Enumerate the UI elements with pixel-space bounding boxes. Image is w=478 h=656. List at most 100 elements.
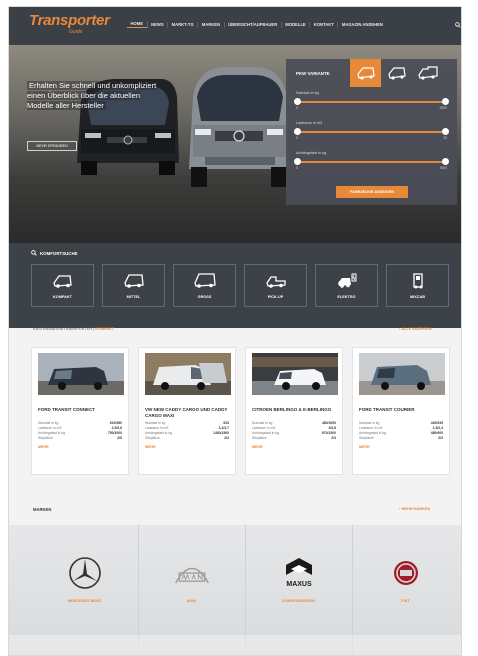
spec-label: Sitzplätze [252,436,267,440]
hero-more-button[interactable]: MEHR ERFAHREN [27,141,77,151]
show-all-link-text: ALLE ANZEIGEN [401,327,432,331]
breadcrumb: KASTENWAGEN/TRANSPORTER | KOMPAKT [33,327,115,331]
show-vehicles-button[interactable]: FAHRZEUGE ANZEIGEN [336,186,408,198]
nav-item-modelle[interactable]: MODELLE [282,21,311,28]
slider-handle-max[interactable] [442,128,449,135]
spec-value: 2/5 [117,436,122,440]
vehicle-image [145,353,231,395]
vehicle-title: FORD TRANSIT CONNECT [38,407,95,412]
vehicle-title: FORD TRANSIT COURIER [359,407,415,412]
hero-text-line: Erhalten Sie schnell und unkompliziert e… [27,81,157,110]
slider-handle-min[interactable] [294,128,301,135]
slider-max-value: 20 [443,136,447,140]
tile-label: ELEKTRO [337,294,356,299]
more-link[interactable]: MEHR [252,445,336,449]
category-tile-mixcab[interactable]: MIXCAB [386,264,449,307]
brand-name: FIAT [401,599,410,603]
mixcab-icon [412,272,423,288]
comfort-search-title: KOMFORTSUCHE [31,250,78,256]
hero-van-silver-image [189,67,289,187]
site-logo[interactable]: Transporter Guide [29,13,110,41]
slider-handle-min[interactable] [294,158,301,165]
more-brands-link-text: MEHR MARKEN [401,507,431,511]
category-tile-mittel[interactable]: MITTEL [102,264,165,307]
slider-track [296,161,447,163]
payload-slider-label: Nutzlast in kg [296,91,319,95]
maxus-logo-text: MAXUS [286,581,312,588]
slider-max-value: 2500 [439,106,447,110]
breadcrumb-active: KOMPAKT [95,327,115,331]
more-link[interactable]: MEHR [38,445,122,449]
brand-item-maxus[interactable]: MAXUS DONGFENG/DFSK [245,543,352,623]
slider-min-value: 0 [296,166,298,170]
large-van-icon [193,272,216,288]
vehicle-image [359,353,445,395]
vehicle-card[interactable]: CITROEN BERLINGO & E-BERLINGO Nutzlast i… [245,347,343,475]
more-brands-link[interactable]: › MEHR MARKEN [399,507,430,511]
brand-name: DONGFENG/DFSK [281,599,316,603]
nav-item-marken[interactable]: MARKEN [198,21,225,28]
spec-row: Sitzplätze 2/3 [252,436,336,441]
vehicle-image [252,353,338,395]
slider-max-value: 3500 [439,166,447,170]
spec-row: Sitzplätze 2/5 [38,436,122,441]
nav-item-markt[interactable]: MARKT-TG [168,21,199,28]
vehicle-card[interactable]: FORD TRANSIT COURIER Nutzlast in kg 440/5… [352,347,450,475]
slider-handle-max[interactable] [442,158,449,165]
brand-item-mercedes[interactable]: MERCEDES-BENZ [31,543,138,623]
tile-label: MIXCAB [410,294,425,299]
man-logo-icon [172,553,212,593]
tile-label: KOMPAKT [53,294,72,299]
more-link[interactable]: MEHR [359,445,443,449]
comfort-search: KOMFORTSUCHE KOMPAKT MITTEL GROSS PICK-U… [9,243,461,328]
cargo-volume-slider[interactable]: Ladeaum in m3 0 20 [294,117,449,147]
category-tile-pickup[interactable]: PICK-UP [244,264,307,307]
search-icon[interactable] [455,22,461,28]
electric-van-icon [337,273,356,288]
category-tile-elektro[interactable]: ELEKTRO [315,264,378,307]
nav-item-home[interactable]: HOME [127,21,148,28]
compact-van-icon [52,274,72,288]
spec-value: 2/3 [438,436,443,440]
vehicle-type-truck-tab[interactable] [412,59,443,87]
slider-handle-min[interactable] [294,98,301,105]
spec-row: Sitzplätze 2/3 [359,436,443,441]
search-icon [31,250,37,256]
brand-list: MERCEDES-BENZ MAN MAXUS DONGFENG/DFSK FI… [31,543,459,623]
vehicle-card[interactable]: FORD TRANSIT CONNECT Nutzlast in kg 610/9… [31,347,129,475]
payload-slider[interactable]: Nutzlast in kg 0 2500 [294,87,449,117]
nav-item-magazin[interactable]: MAGAZIN ANSEHEN [338,22,386,28]
vehicle-card[interactable]: VW NEW CADDY CARGO UND CADDY CARGO MAXI … [138,347,236,475]
more-link[interactable]: MEHR [145,445,229,449]
nav-item-aufbauer[interactable]: ÜBERSICHT/AUFBAUER [225,21,282,28]
van-icon [356,67,375,80]
brand-item-fiat[interactable]: FIAT [352,543,459,623]
vehicle-type-van-tab[interactable] [381,59,412,87]
towing-load-slider-label: Anhängelast in kg [296,151,327,155]
show-all-link[interactable]: › ALLE ANZEIGEN [399,327,432,331]
comfort-search-title-text: KOMFORTSUCHE [40,250,78,256]
towing-load-slider[interactable]: Anhängelast in kg 0 3500 [294,147,449,177]
brand-item-man[interactable]: MAN [138,543,245,623]
spec-value: 2/3 [331,436,336,440]
slider-min-value: 0 [296,106,298,110]
vehicle-type-pkw-tab[interactable] [350,59,381,87]
slider-track [296,131,447,133]
tile-label: GROSS [197,294,212,299]
spec-value: 2/3 [224,436,229,440]
van-icon [387,67,406,80]
nav-item-kontakt[interactable]: KONTAKT [310,21,339,28]
spec-label: Sitzplätze [359,436,374,440]
spec-label: Sitzplätze [145,436,160,440]
cargo-volume-slider-label: Ladeaum in m3 [296,121,323,125]
category-tile-gross[interactable]: GROSS [173,264,236,307]
nav-item-news[interactable]: NEWS [148,21,169,28]
maxus-logo-icon: MAXUS [279,553,319,593]
brand-row-next [9,635,461,655]
category-tile-kompakt[interactable]: KOMPAKT [31,264,94,307]
spec-row: Sitzplätze 2/3 [145,436,229,441]
brands-title: MARKEN [33,507,52,512]
breadcrumb-parent[interactable]: KASTENWAGEN/TRANSPORTER [33,327,92,331]
site-header: Transporter Guide HOME NEWS MARKT-TG MAR… [9,7,461,45]
slider-handle-max[interactable] [442,98,449,105]
